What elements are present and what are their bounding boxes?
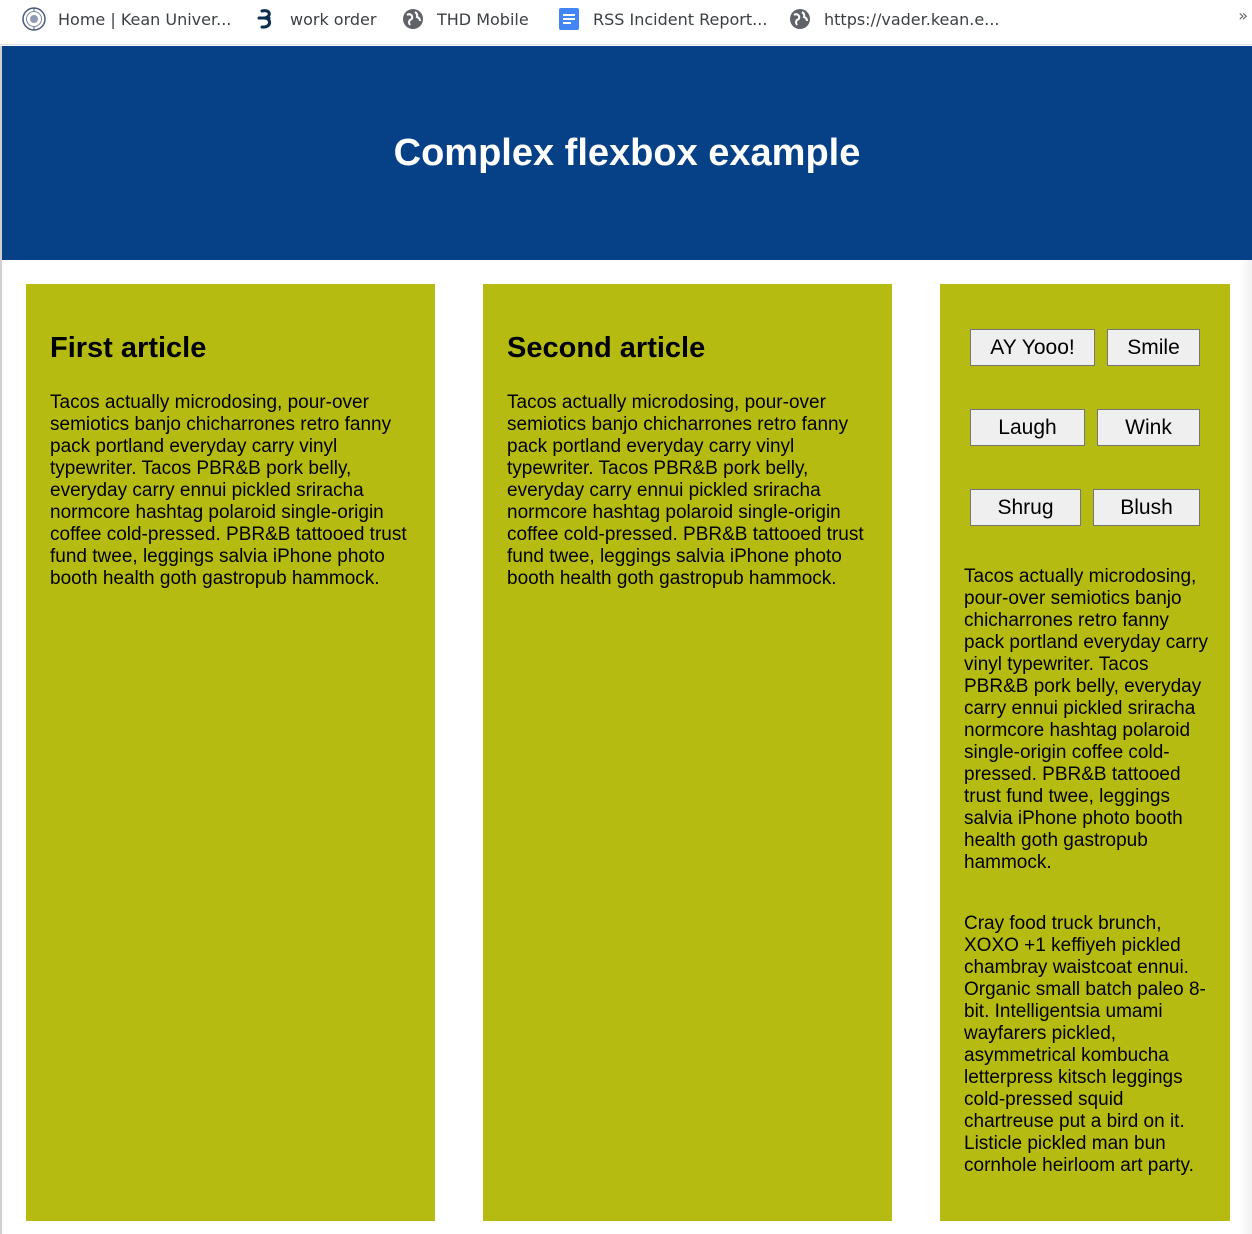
google-docs-icon [557,7,581,31]
bookmark-label: THD Mobile [437,9,529,29]
second-article: Second article Tacos actually microdosin… [483,284,892,1221]
bookmark-label: Home | Kean Univer... [58,9,232,29]
article-heading: First article [50,332,207,364]
page: Complex flexbox example First article Ta… [2,46,1252,1234]
work-order-icon [254,7,278,31]
article-body: Tacos actually microdosing, pour-over se… [50,392,407,589]
globe-icon [401,7,425,31]
bookmark-label: https://vader.kean.e... [824,9,1000,29]
article-heading: Second article [507,332,706,364]
wink-button[interactable]: Wink [1097,409,1200,446]
third-article: AY Yooo! Smile Laugh Wink Shrug Blush Ta… [940,284,1230,1221]
article-body: Tacos actually microdosing, pour-over se… [507,392,864,589]
bookmark-vader-kean[interactable]: https://vader.kean.e... [788,6,1000,32]
bookmark-work-order[interactable]: work order [254,6,376,32]
bookmark-label: RSS Incident Report... [593,9,768,29]
more-bookmarks-chevron-icon[interactable]: » [1238,6,1248,25]
globe-icon [788,7,812,31]
shrug-button[interactable]: Shrug [970,489,1081,526]
ay-yooo-button[interactable]: AY Yooo! [970,329,1095,366]
page-title: Complex flexbox example [393,131,861,174]
smile-button[interactable]: Smile [1107,329,1200,366]
page-header: Complex flexbox example [2,46,1252,260]
bookmark-label: work order [290,9,377,29]
bookmark-rss-incident-report[interactable]: RSS Incident Report... [557,6,767,32]
bookmark-thd-mobile[interactable]: THD Mobile [401,6,529,32]
laugh-button[interactable]: Laugh [970,409,1085,446]
first-article: First article Tacos actually microdosing… [26,284,435,1221]
blush-button[interactable]: Blush [1093,489,1200,526]
third-article-paragraph-2: Cray food truck brunch, XOXO +1 keffiyeh… [964,913,1206,1176]
scrollbar-track[interactable] [1240,260,1252,1234]
bookmarks-bar: Home | Kean Univer... work order THD Mob… [0,0,1252,45]
third-article-paragraph-1: Tacos actually microdosing, pour-over se… [964,566,1208,873]
kean-seal-icon [22,7,46,31]
bookmark-home-kean[interactable]: Home | Kean Univer... [22,6,231,32]
